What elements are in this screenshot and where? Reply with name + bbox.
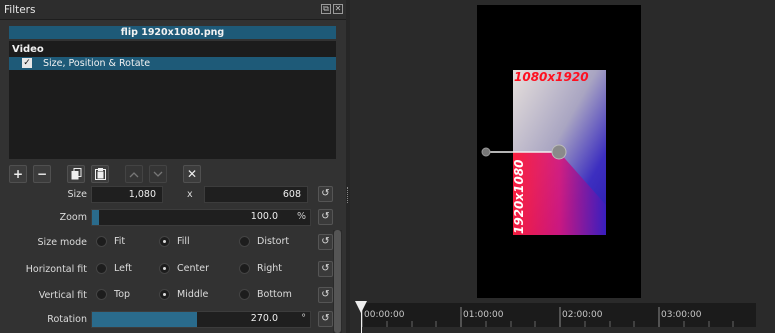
zoom-slider-fill	[92, 210, 99, 225]
size-row: Size 1,080 x 608 ↺	[0, 186, 346, 204]
add-filter-button[interactable]: +	[9, 165, 27, 183]
timecode-2: 02:00:00	[562, 310, 603, 320]
paste-filter-button[interactable]	[91, 165, 109, 183]
video-preview[interactable]: 1080x1920 1920x1080	[477, 5, 641, 299]
radio-dot	[96, 236, 107, 247]
move-filter-up-button[interactable]	[125, 165, 143, 183]
close-icon: ✕	[186, 167, 198, 181]
splitter-grip[interactable]	[347, 187, 349, 203]
horizontal-fit-center-radio[interactable]: Center	[159, 263, 209, 274]
filter-toolbar: + − ✕	[9, 165, 201, 185]
radio-dot	[159, 263, 170, 274]
size-mode-undo-button[interactable]: ↺	[318, 234, 333, 250]
rotation-handle-start[interactable]	[481, 147, 491, 157]
rotation-label: Rotation	[47, 314, 87, 325]
filter-row-size-position-rotate[interactable]: ✓ Size, Position & Rotate	[9, 57, 336, 70]
rotation-slider-fill	[92, 312, 197, 327]
radio-dot	[96, 263, 107, 274]
vertical-fit-middle-radio[interactable]: Middle	[159, 289, 208, 300]
rotation-slider[interactable]: 270.0 °	[91, 311, 311, 328]
vertical-fit-label: Vertical fit	[38, 290, 87, 301]
rotation-unit: °	[301, 313, 306, 324]
zoom-row: Zoom 100.0 % ↺	[0, 209, 346, 227]
horizontal-fit-undo-button[interactable]: ↺	[318, 261, 333, 277]
zoom-undo-button[interactable]: ↺	[318, 209, 333, 225]
radio-dot	[239, 289, 250, 300]
float-icon[interactable]: ⧉	[321, 4, 331, 14]
filter-name: Size, Position & Rotate	[43, 58, 151, 69]
panel-title-icons: ⧉ ✕	[321, 4, 343, 14]
filter-enabled-checkbox[interactable]: ✓	[22, 58, 32, 68]
radio-label: Fill	[177, 236, 190, 247]
size-mode-fit-radio[interactable]: Fit	[96, 236, 125, 247]
chevron-up-icon	[129, 171, 139, 177]
filter-section-video: Video	[12, 44, 44, 55]
radio-label: Distort	[257, 236, 290, 247]
radio-dot	[159, 289, 170, 300]
close-icon[interactable]: ✕	[333, 4, 343, 14]
copy-icon	[71, 168, 81, 180]
radio-dot	[239, 263, 250, 274]
preview-top-label: 1080x1920	[514, 70, 589, 84]
timecode-1: 01:00:00	[463, 310, 504, 320]
radio-dot	[239, 236, 250, 247]
plus-icon: +	[12, 167, 24, 181]
size-x-separator: x	[187, 189, 193, 200]
zoom-slider[interactable]: 100.0 %	[91, 209, 311, 226]
playhead-line	[361, 311, 362, 333]
size-mode-row: Size mode Fit Fill Distort ↺	[0, 234, 346, 252]
filters-scrollbar[interactable]	[333, 230, 342, 333]
copy-filter-button[interactable]	[67, 165, 85, 183]
vertical-fit-row: Vertical fit Top Middle Bottom ↺	[0, 287, 346, 305]
vertical-fit-undo-button[interactable]: ↺	[318, 287, 333, 303]
clip-name-bar: flip 1920x1080.png	[9, 26, 336, 39]
paste-icon	[94, 168, 106, 180]
horizontal-fit-right-radio[interactable]: Right	[239, 263, 282, 274]
panel-titlebar: Filters ⧉ ✕	[0, 0, 346, 20]
radio-dot	[159, 236, 170, 247]
radio-label: Left	[114, 263, 132, 274]
rotation-value: 270.0	[250, 313, 278, 324]
zoom-unit: %	[296, 211, 306, 222]
remove-filter-button[interactable]: −	[33, 165, 51, 183]
radio-label: Bottom	[257, 289, 292, 300]
horizontal-fit-label: Horizontal fit	[25, 264, 87, 275]
rotation-undo-button[interactable]: ↺	[318, 311, 333, 327]
height-spinbox[interactable]: 608	[204, 186, 308, 203]
deselect-filter-button[interactable]: ✕	[183, 165, 201, 183]
horizontal-fit-row: Horizontal fit Left Center Right ↺	[0, 261, 346, 279]
filter-list[interactable]: Video ✓ Size, Position & Rotate	[9, 41, 336, 159]
size-label: Size	[67, 189, 87, 200]
zoom-label: Zoom	[59, 212, 87, 223]
preview-rotated-label: 1920x1080	[512, 159, 526, 234]
rotation-row: Rotation 270.0 ° ↺	[0, 311, 346, 329]
size-mode-distort-radio[interactable]: Distort	[239, 236, 289, 247]
width-spinbox[interactable]: 1,080	[91, 186, 163, 203]
chevron-down-icon	[153, 171, 163, 177]
preview-frame: 1080x1920 1920x1080	[481, 70, 606, 235]
minus-icon: −	[36, 167, 48, 181]
radio-label: Top	[114, 289, 131, 300]
timecode-3: 03:00:00	[661, 310, 702, 320]
radio-dot	[96, 289, 107, 300]
vertical-fit-bottom-radio[interactable]: Bottom	[239, 289, 292, 300]
size-mode-label: Size mode	[37, 237, 87, 248]
rotation-handle-center[interactable]	[551, 144, 567, 160]
horizontal-fit-left-radio[interactable]: Left	[96, 263, 132, 274]
size-undo-button[interactable]: ↺	[318, 186, 333, 202]
zoom-value: 100.0	[250, 211, 278, 222]
radio-label: Middle	[177, 289, 209, 300]
vertical-fit-top-radio[interactable]: Top	[96, 289, 130, 300]
size-mode-fill-radio[interactable]: Fill	[159, 236, 190, 247]
panel-title: Filters	[4, 4, 36, 16]
move-filter-down-button[interactable]	[149, 165, 167, 183]
radio-label: Fit	[114, 236, 126, 247]
radio-label: Center	[177, 263, 209, 274]
filters-panel: Filters ⧉ ✕ flip 1920x1080.png Video ✓ S…	[0, 0, 346, 333]
scrollbar-thumb[interactable]	[334, 230, 341, 333]
radio-label: Right	[257, 263, 283, 274]
timecode-0: 00:00:00	[364, 310, 405, 320]
